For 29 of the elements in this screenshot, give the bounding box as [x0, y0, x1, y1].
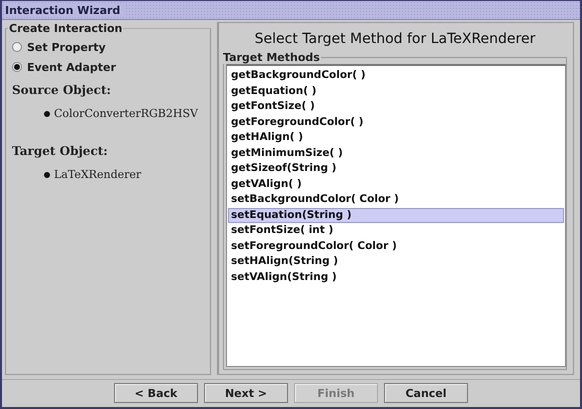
source-object: ColorConverterRGB2HSV: [54, 107, 198, 120]
method-item[interactable]: getSizeof(String ): [228, 161, 564, 176]
method-item[interactable]: setVAlign(String ): [228, 270, 564, 285]
method-item[interactable]: getHAlign( ): [228, 130, 564, 146]
method-item[interactable]: setFontSize( int ): [228, 223, 564, 238]
method-item[interactable]: setBackgroundColor( Color ): [228, 192, 564, 208]
wizard-button[interactable]: < Back: [114, 383, 198, 403]
panel-heading: Select Target Method for LaTeXRenderer: [254, 31, 536, 47]
wizard-button[interactable]: Cancel: [384, 383, 468, 403]
target-object: LaTeXRenderer: [54, 168, 142, 181]
method-item[interactable]: setHAlign(String ): [228, 254, 564, 270]
method-item[interactable]: getVAlign( ): [228, 176, 564, 192]
method-item[interactable]: setEquation(String ): [228, 208, 564, 223]
method-item[interactable]: getForegroundColor( ): [228, 114, 564, 130]
target-label: Target Object:: [12, 144, 109, 158]
window-title: Interaction Wizard: [5, 4, 124, 16]
method-item[interactable]: getFontSize( ): [228, 99, 564, 114]
bullet-icon: [44, 110, 50, 116]
group-title: Target Methods: [222, 51, 321, 64]
group-title: Create Interaction: [8, 22, 124, 35]
radio-option[interactable]: Set Property: [12, 37, 204, 57]
method-item[interactable]: getMinimumSize( ): [228, 146, 564, 161]
radio-option[interactable]: Event Adapter: [12, 57, 204, 77]
source-label: Source Object:: [12, 83, 112, 97]
method-item[interactable]: setForegroundColor( Color ): [228, 238, 564, 254]
method-item[interactable]: getBackgroundColor( ): [228, 68, 564, 84]
bullet-icon: [44, 172, 50, 178]
wizard-button[interactable]: Next >: [204, 383, 288, 403]
method-item[interactable]: getEquation( ): [228, 84, 564, 99]
